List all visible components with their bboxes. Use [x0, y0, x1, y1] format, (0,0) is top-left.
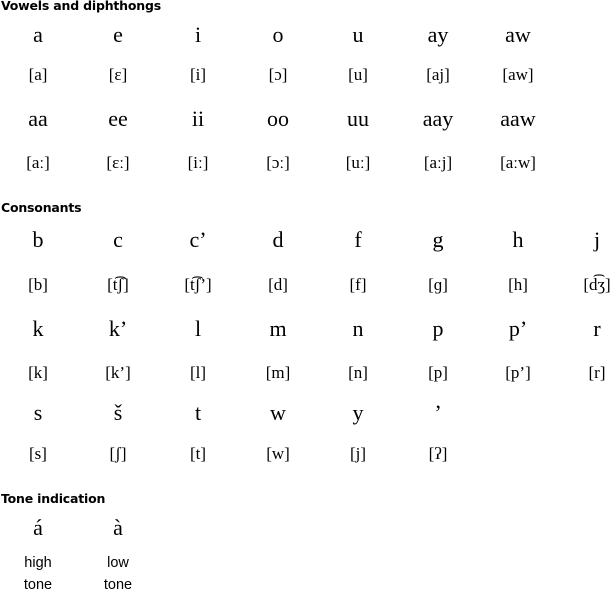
ipa-transcription: [aː] [26, 153, 50, 172]
vowel-letter: ee [108, 106, 128, 131]
consonant-letter: w [270, 400, 286, 425]
ipa-transcription: [t͡ʃ’] [184, 275, 212, 294]
ipa-transcription: [r] [588, 363, 606, 382]
ipa-transcription: [ɡ] [428, 275, 448, 294]
ipa-transcription: [ɛː] [106, 153, 130, 172]
ipa-transcription: [h] [508, 275, 528, 294]
consonant-letter: b [32, 227, 44, 252]
consonant-letters-row-2: k k’ l m n p p’ r [0, 314, 612, 344]
ipa-transcription: [ɛ] [108, 65, 128, 84]
tone-label: tone [23, 577, 53, 591]
consonant-letter: l [194, 316, 202, 341]
vowel-letter: i [194, 22, 202, 47]
tone-label: high [24, 555, 52, 571]
alphabet-chart: Vowels and diphthongs a e i o u ay aw [a… [0, 0, 612, 591]
ipa-transcription: [b] [28, 275, 48, 294]
section-heading-tone: Tone indication [1, 491, 106, 506]
consonant-letter: g [432, 227, 444, 252]
tone-label-row-2: tone tone [0, 575, 612, 591]
ipa-transcription: [f] [349, 275, 367, 294]
ipa-transcription: [aːj] [423, 153, 453, 172]
ipa-transcription: [k’] [105, 363, 131, 382]
ipa-transcription: [aːw] [500, 153, 536, 172]
consonant-letter: ’ [434, 400, 442, 425]
vowel-letter: u [352, 22, 364, 47]
ipa-transcription: [p’] [505, 363, 531, 382]
consonant-letter: m [269, 316, 287, 341]
ipa-transcription: [j] [349, 444, 367, 463]
ipa-transcription: [ɔ] [268, 65, 288, 84]
consonant-letters-row-3: s š t w y ’ [0, 398, 612, 428]
ipa-transcription: [w] [266, 444, 290, 463]
vowel-letter: o [272, 22, 284, 47]
ipa-transcription: [s] [29, 444, 47, 463]
section-heading-vowels: Vowels and diphthongs [1, 0, 161, 13]
tone-label-row-1: high low [0, 553, 612, 573]
vowel-ipa-row-1: [a] [ɛ] [i] [ɔ] [u] [aj] [aw] [0, 60, 612, 90]
ipa-transcription: [d͡ʒ] [583, 275, 611, 294]
ipa-transcription: [p] [428, 363, 448, 382]
tone-mark-letter: á [33, 515, 43, 540]
consonant-letter: p’ [508, 316, 528, 341]
consonant-ipa-row-3: [s] [ʃ] [t] [w] [j] [ʔ] [0, 439, 612, 469]
consonant-letter: k’ [108, 316, 128, 341]
consonant-letter: š [113, 400, 123, 425]
ipa-transcription: [t͡ʃ] [107, 275, 129, 294]
vowel-letter: e [113, 22, 123, 47]
vowel-letters-row-2: aa ee ii oo uu aay aaw [0, 104, 612, 134]
consonant-letter: f [354, 227, 362, 252]
tone-mark-letter: à [113, 515, 123, 540]
vowel-letter: aw [505, 22, 531, 47]
ipa-transcription: [ʃ] [109, 444, 127, 463]
ipa-transcription: [ʔ] [428, 444, 448, 463]
consonant-letter: c’ [189, 227, 207, 252]
vowel-letter: uu [347, 106, 369, 131]
consonant-letter: t [194, 400, 202, 425]
tone-label: tone [103, 577, 133, 591]
vowel-letter: aay [422, 106, 454, 131]
consonant-letter: p [432, 316, 444, 341]
vowel-letter: aaw [500, 106, 536, 131]
ipa-transcription: [a] [28, 65, 48, 84]
consonant-letter: c [113, 227, 123, 252]
ipa-transcription: [iː] [187, 153, 209, 172]
ipa-transcription: [m] [265, 363, 291, 382]
ipa-transcription: [aw] [502, 65, 534, 84]
ipa-transcription: [i] [189, 65, 207, 84]
consonant-letter: j [593, 227, 601, 252]
consonant-letter: y [352, 400, 364, 425]
vowel-letter: ay [427, 22, 449, 47]
tone-letters-row: á à [0, 513, 612, 543]
ipa-transcription: [ɔː] [266, 153, 290, 172]
consonant-ipa-row-1: [b] [t͡ʃ] [t͡ʃ’] [d] [f] [ɡ] [h] [d͡ʒ] [0, 270, 612, 300]
ipa-transcription: [d] [268, 275, 288, 294]
consonant-letters-row-1: b c c’ d f g h j [0, 225, 612, 255]
consonant-letter: n [352, 316, 364, 341]
consonant-letter: s [33, 400, 43, 425]
ipa-transcription: [l] [189, 363, 207, 382]
ipa-transcription: [t] [189, 444, 207, 463]
ipa-transcription: [uː] [345, 153, 371, 172]
ipa-transcription: [u] [348, 65, 368, 84]
vowel-letters-row-1: a e i o u ay aw [0, 20, 612, 50]
consonant-ipa-row-2: [k] [k’] [l] [m] [n] [p] [p’] [r] [0, 358, 612, 388]
ipa-transcription: [k] [28, 363, 48, 382]
section-heading-consonants: Consonants [1, 200, 82, 215]
consonant-letter: h [512, 227, 524, 252]
ipa-transcription: [aj] [426, 65, 450, 84]
vowel-letter: ii [191, 106, 205, 131]
ipa-transcription: [n] [348, 363, 368, 382]
vowel-letter: oo [267, 106, 289, 131]
consonant-letter: r [593, 316, 601, 341]
vowel-letter: aa [28, 106, 48, 131]
tone-label: low [107, 555, 129, 571]
vowel-ipa-row-2: [aː] [ɛː] [iː] [ɔː] [uː] [aːj] [aːw] [0, 148, 612, 178]
vowel-letter: a [33, 22, 43, 47]
consonant-letter: d [272, 227, 284, 252]
consonant-letter: k [32, 316, 44, 341]
